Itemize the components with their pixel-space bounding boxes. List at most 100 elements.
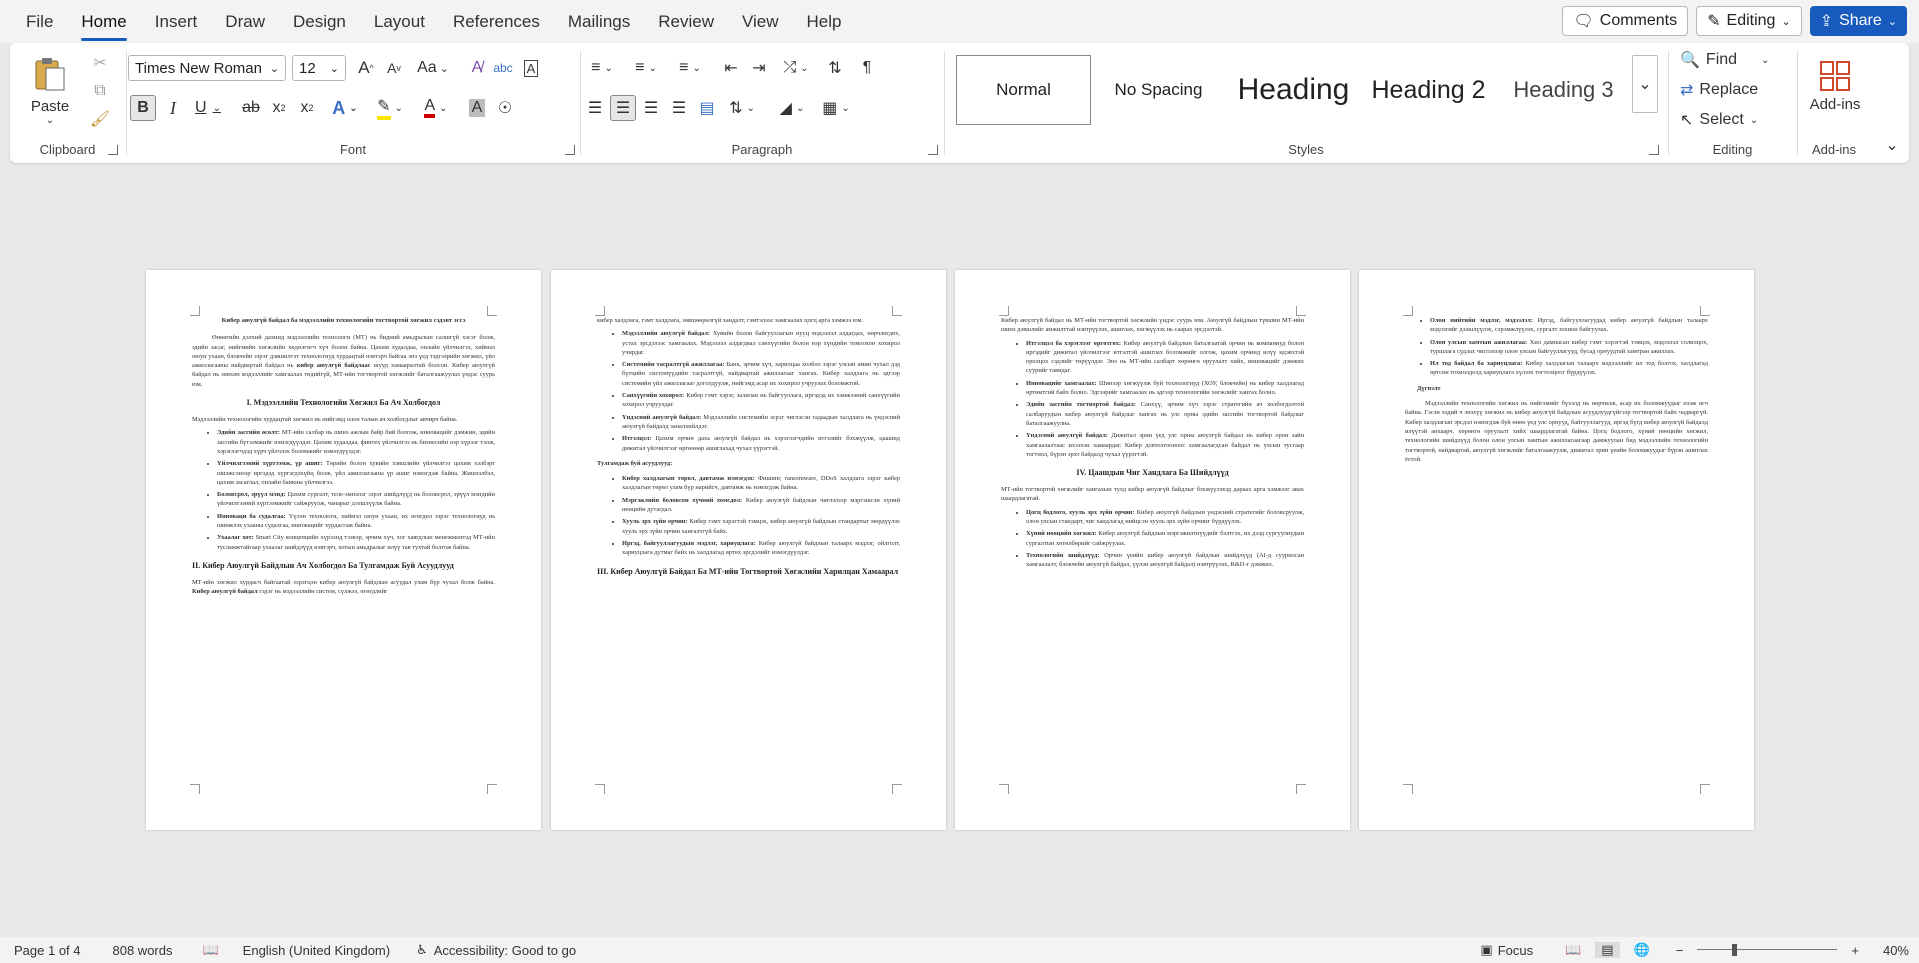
clipboard-launcher-icon[interactable]	[108, 145, 118, 155]
find-button[interactable]: 🔍 Find ⌄	[1680, 47, 1769, 73]
bullets-icon[interactable]: ≡ ⌄	[582, 55, 622, 81]
menu-insert[interactable]: Insert	[141, 0, 212, 43]
comments-button[interactable]: 🗨 Comments	[1562, 6, 1689, 36]
page-content: кибер халдлага, гэмт халдлага, зөвшөөрөл…	[597, 316, 900, 790]
chevron-down-icon: ⌄	[1761, 54, 1770, 66]
multilevel-list-icon[interactable]: ≡ ⌄	[670, 55, 710, 81]
text-box-icon[interactable]: A	[518, 55, 544, 81]
menu-references[interactable]: References	[439, 0, 554, 43]
chevron-down-icon: ⌄	[1749, 114, 1759, 126]
line-spacing-icon[interactable]: ⇅ ⌄	[722, 95, 762, 121]
align-right-icon[interactable]: ☰	[638, 95, 664, 121]
styles-more-icon[interactable]: ⌄	[1632, 55, 1658, 113]
menu-mailings[interactable]: Mailings	[554, 0, 644, 43]
justify-icon[interactable]: ☰	[666, 95, 692, 121]
increase-indent-icon[interactable]: ⇥	[746, 55, 772, 81]
style-heading[interactable]: Heading	[1226, 55, 1361, 125]
font-size-combo[interactable]: 12 ⌄	[292, 55, 346, 81]
text-direction-icon[interactable]: ⤮ ⌄	[776, 55, 816, 81]
list-item: Үндэсний аюулгүй байдал: Дижитал эрин үе…	[1026, 431, 1304, 459]
copy-icon[interactable]: ⧉	[88, 79, 112, 103]
spelling-icon[interactable]: abc	[490, 55, 516, 81]
select-button[interactable]: ↖ Select ⌄	[1680, 107, 1758, 133]
menu-design[interactable]: Design	[279, 0, 360, 43]
list-item: Инноваци ба судалгаа: Үүлэн технологи, х…	[217, 512, 495, 531]
read-mode-icon[interactable]: 📖	[1565, 942, 1581, 958]
zoom-thumb[interactable]	[1732, 944, 1738, 956]
word-count[interactable]: 808 words	[113, 943, 173, 958]
borders-icon[interactable]: ▦ ⌄	[816, 95, 856, 121]
zoom-slider[interactable]	[1697, 944, 1838, 956]
align-left-icon[interactable]: ☰	[582, 95, 608, 121]
collapse-ribbon-icon[interactable]: ⌄	[1882, 135, 1902, 155]
cut-icon[interactable]: ✂	[88, 51, 112, 75]
menu-review[interactable]: Review	[644, 0, 728, 43]
addins-button[interactable]: Add-ins	[1804, 53, 1866, 119]
show-formatting-icon[interactable]: ¶	[854, 55, 880, 81]
shading-icon[interactable]: A	[464, 95, 490, 121]
list-item: Эдийн засгийн өсөлт: МТ-ийн салбар нь ши…	[217, 428, 495, 456]
clear-formatting-icon[interactable]: A̸	[464, 55, 490, 81]
menu-layout[interactable]: Layout	[360, 0, 439, 43]
grow-font-icon[interactable]: A ^	[353, 55, 379, 81]
print-layout-icon[interactable]: ▤	[1595, 942, 1620, 958]
style-no-spacing[interactable]: No Spacing	[1091, 55, 1226, 125]
format-painter-icon[interactable]: 🖌	[88, 107, 112, 131]
document-page-4[interactable]: Олон нийтийн мэдлэг, мэдээлэл: Иргэд, ба…	[1359, 270, 1754, 830]
shading-bucket-icon[interactable]: ◢ ⌄	[772, 95, 812, 121]
list-item: Итгэлцэл: Цахим орчин дахь аюулгүй байда…	[622, 434, 900, 453]
proofing-icon[interactable]: 📖	[202, 942, 218, 958]
menu-home[interactable]: Home	[67, 0, 140, 43]
paragraph: кибер халдлага, гэмт халдлага, зөвшөөрөл…	[597, 317, 864, 324]
style-normal[interactable]: Normal	[956, 55, 1091, 125]
list-item: Системийн тасралтгүй ажиллагаа: Банк, эр…	[622, 360, 900, 388]
web-layout-icon[interactable]: 🌐	[1634, 942, 1650, 958]
document-page-3[interactable]: Кибер аюулгүй байдал нь МТ-ийн тогтворто…	[955, 270, 1350, 830]
highlight-color-icon[interactable]: ✎ ⌄	[370, 95, 410, 121]
share-button[interactable]: ⇪ Share ⌄	[1809, 6, 1907, 36]
numbering-icon[interactable]: ≡ ⌄	[626, 55, 666, 81]
style-heading-2[interactable]: Heading 2	[1361, 55, 1496, 125]
zoom-out-icon[interactable]: −	[1676, 943, 1684, 958]
styles-launcher-icon[interactable]	[1649, 145, 1659, 155]
align-center-icon[interactable]: ☰	[610, 95, 636, 121]
list-item: Боловсрол, эрүүл мэнд: Цахим сургалт, те…	[217, 490, 495, 509]
zoom-in-icon[interactable]: +	[1851, 943, 1859, 958]
distributed-icon[interactable]: ▤	[694, 95, 720, 121]
menu-help[interactable]: Help	[793, 0, 856, 43]
menu-draw[interactable]: Draw	[211, 0, 279, 43]
menu-bar: File Home Insert Draw Design Layout Refe…	[0, 0, 1919, 43]
replace-button[interactable]: ⇄ Replace	[1680, 77, 1758, 103]
decrease-indent-icon[interactable]: ⇤	[718, 55, 744, 81]
superscript-button[interactable]: x2	[294, 95, 320, 121]
style-heading-3[interactable]: Heading 3	[1496, 55, 1631, 125]
shrink-font-icon[interactable]: Av	[381, 55, 407, 81]
paragraph-launcher-icon[interactable]	[928, 145, 938, 155]
bold-button[interactable]: B	[130, 95, 156, 121]
language-indicator[interactable]: English (United Kingdom)	[243, 943, 390, 958]
bullet-list: Цогц бодлого, хууль эрх зүйн орчин: Кибе…	[1001, 508, 1304, 570]
document-page-1[interactable]: Кибер аюулгүй байдал ба мэдээллийн техно…	[146, 270, 541, 830]
font-name-combo[interactable]: Times New Roman ⌄	[128, 55, 286, 81]
subscript-button[interactable]: x2	[266, 95, 292, 121]
document-page-2[interactable]: кибер халдлага, гэмт халдлага, зөвшөөрөл…	[551, 270, 946, 830]
accessibility-status[interactable]: ♿ Accessibility: Good to go	[416, 942, 576, 958]
enclose-character-icon[interactable]: ☉	[492, 95, 518, 121]
menu-file[interactable]: File	[0, 0, 67, 43]
strikethrough-button[interactable]: ab	[238, 95, 264, 121]
page-count[interactable]: Page 1 of 4	[14, 943, 81, 958]
focus-button[interactable]: ▣ Focus	[1480, 942, 1533, 958]
paste-icon	[35, 58, 65, 91]
change-case-button[interactable]: Aa ⌄	[413, 55, 453, 81]
editing-mode-button[interactable]: ✎ Editing ⌄	[1696, 6, 1802, 36]
sort-icon[interactable]: ⇅	[822, 55, 848, 81]
list-item: Ил тод байдал ба хариуцлага: Кибер халдл…	[1430, 359, 1708, 378]
text-effects-icon[interactable]: A ⌄	[326, 95, 364, 121]
font-launcher-icon[interactable]	[565, 145, 575, 155]
font-color-icon[interactable]: A ⌄	[416, 95, 456, 121]
paste-button[interactable]: Paste ⌄	[28, 51, 72, 131]
underline-button[interactable]: U ⌄	[188, 95, 228, 121]
zoom-level[interactable]: 40%	[1883, 943, 1909, 958]
italic-button[interactable]: I	[160, 95, 186, 121]
menu-view[interactable]: View	[728, 0, 793, 43]
